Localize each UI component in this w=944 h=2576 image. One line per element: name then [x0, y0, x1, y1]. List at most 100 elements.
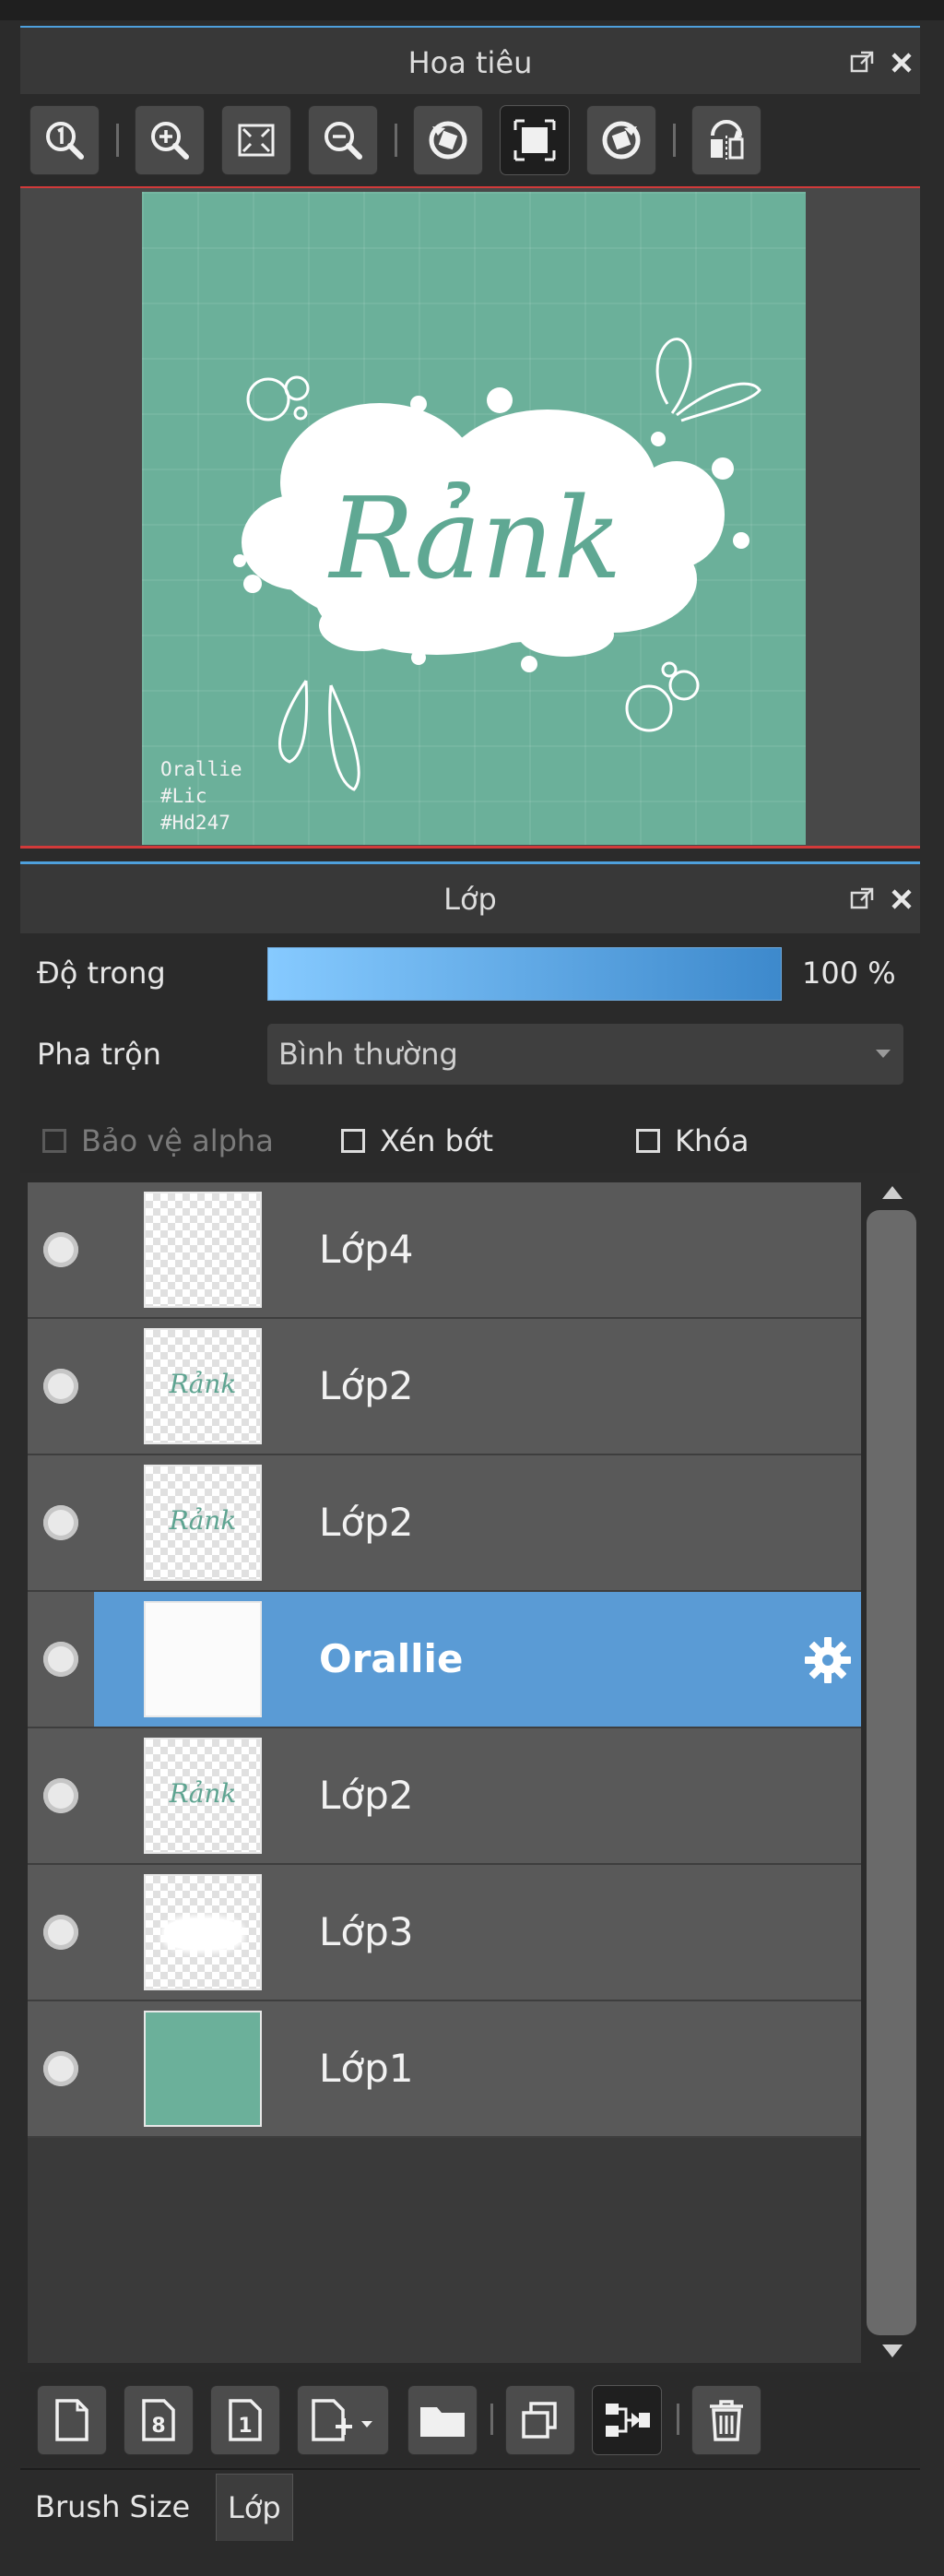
layer-row[interactable]: Lớp1 — [28, 2001, 861, 2138]
visibility-toggle-icon[interactable] — [43, 1778, 78, 1813]
checkbox-box — [636, 1129, 660, 1153]
blend-mode-value: Bình thường — [278, 1037, 458, 1072]
add-layer-menu-button[interactable] — [297, 2385, 389, 2455]
tab-label: Brush Size — [35, 2489, 191, 2524]
layer-row[interactable]: Lớp4 — [28, 1182, 861, 1319]
flip-horizontal-button[interactable] — [691, 105, 761, 175]
popout-icon[interactable] — [850, 887, 874, 911]
layer-thumbnail: Rảnk — [144, 1328, 262, 1444]
navigator-toolbar — [20, 94, 920, 186]
lock-checkbox[interactable]: Khóa — [636, 1123, 749, 1158]
bottom-tab-bar: Brush Size Lớp — [20, 2468, 920, 2576]
layer-thumbnail: Rảnk — [144, 1738, 262, 1854]
folder-icon — [420, 2407, 465, 2437]
zoom-in-icon — [151, 122, 189, 160]
protect-alpha-checkbox[interactable]: Bảo vệ alpha — [42, 1123, 274, 1158]
new-8bit-layer-icon: 8 — [142, 2399, 175, 2441]
lock-label: Khóa — [675, 1123, 749, 1158]
new-8bit-layer-button[interactable]: 8 — [124, 2385, 194, 2455]
clipping-label: Xén bớt — [380, 1123, 494, 1158]
rotate-left-button[interactable] — [413, 105, 483, 175]
layer-thumbnail — [144, 1192, 262, 1308]
zoom-actual-icon — [46, 122, 84, 160]
canvas-hashtags: Orallie #Lic #Hd247 — [160, 758, 242, 834]
reset-view-icon — [513, 119, 556, 161]
layer-name: Lớp2 — [319, 1500, 414, 1545]
fit-screen-button[interactable] — [221, 105, 291, 175]
zoom-out-icon — [324, 122, 362, 160]
fit-screen-icon — [238, 124, 275, 157]
scrollbar-thumb[interactable] — [867, 1210, 916, 2335]
opacity-value: 100 % — [802, 956, 896, 991]
layer-row[interactable]: Rảnk Lớp2 — [28, 1728, 861, 1865]
checkbox-box — [42, 1129, 66, 1153]
new-layer-button[interactable] — [37, 2385, 107, 2455]
opacity-label: Độ trong — [37, 956, 166, 991]
layer-panel-title: Lớp — [443, 882, 497, 917]
scroll-down-icon[interactable] — [882, 2345, 903, 2357]
close-icon[interactable] — [891, 52, 913, 74]
visibility-toggle-icon[interactable] — [43, 1915, 78, 1950]
add-layer-menu-icon — [312, 2399, 372, 2441]
new-1bit-layer-button[interactable]: 1 — [210, 2385, 280, 2455]
close-icon[interactable] — [891, 888, 913, 910]
layer-thumbnail: Rảnk — [144, 1465, 262, 1581]
layer-name: Lớp4 — [319, 1227, 414, 1272]
visibility-toggle-icon[interactable] — [43, 1232, 78, 1267]
gear-icon[interactable] — [802, 1634, 854, 1686]
tab-label: Lớp — [228, 2490, 281, 2525]
layer-name: Lớp3 — [319, 1909, 414, 1954]
layer-thumbnail — [144, 2011, 262, 2127]
reset-view-button[interactable] — [500, 105, 570, 175]
duplicate-layer-icon — [522, 2402, 557, 2439]
canvas-artwork: Rảnk — [233, 338, 761, 791]
layer-row[interactable]: Rảnk Lớp2 — [28, 1319, 861, 1455]
visibility-toggle-icon[interactable] — [43, 1369, 78, 1404]
layer-panel-header[interactable]: Lớp — [20, 864, 920, 934]
tab-layer[interactable]: Lớp — [216, 2474, 293, 2541]
visibility-toggle-icon[interactable] — [43, 1505, 78, 1540]
visibility-toggle-icon[interactable] — [43, 2051, 78, 2086]
chevron-down-icon — [876, 1050, 891, 1058]
zoom-actual-button[interactable] — [30, 105, 100, 175]
clipping-checkbox[interactable]: Xén bớt — [341, 1123, 493, 1158]
rotate-left-icon — [429, 121, 467, 160]
layer-thumbnail — [144, 1601, 262, 1717]
canvas-artwork-text: Rảnk — [327, 473, 621, 604]
top-strip — [0, 0, 944, 20]
layer-toolbar: 8 1 — [20, 2372, 920, 2466]
layer-name: Orallie — [319, 1636, 464, 1681]
layer-row[interactable]: Lớp3 — [28, 1865, 861, 2001]
delete-layer-button[interactable] — [691, 2385, 761, 2455]
rotate-right-icon — [602, 121, 641, 160]
zoom-in-button[interactable] — [135, 105, 205, 175]
layer-row[interactable]: Rảnk Lớp2 — [28, 1455, 861, 1592]
blend-mode-select[interactable]: Bình thường — [267, 1024, 903, 1085]
zoom-out-button[interactable] — [308, 105, 378, 175]
navigator-panel-header[interactable]: Hoa tiêu — [20, 28, 920, 98]
trash-icon — [710, 2400, 743, 2441]
tab-brush-size[interactable]: Brush Size — [24, 2474, 201, 2540]
layer-row-selected[interactable]: Orallie — [28, 1592, 861, 1728]
merge-layer-button[interactable] — [592, 2385, 662, 2455]
layer-thumbnail — [144, 1874, 262, 1990]
flip-horizontal-icon — [711, 120, 744, 160]
new-folder-button[interactable] — [407, 2385, 478, 2455]
merge-layer-icon — [606, 2404, 650, 2437]
canvas-thumbnail: Rảnk Orallie #Lic #Hd247 — [142, 192, 806, 845]
new-1bit-layer-icon: 1 — [229, 2399, 262, 2441]
layer-name: Lớp2 — [319, 1773, 414, 1818]
layer-name: Lớp2 — [319, 1363, 414, 1408]
visibility-toggle-icon[interactable] — [43, 1642, 78, 1677]
popout-icon[interactable] — [850, 51, 874, 75]
checkbox-box — [341, 1129, 365, 1153]
protect-alpha-label: Bảo vệ alpha — [81, 1123, 274, 1158]
opacity-slider[interactable] — [267, 947, 782, 1001]
preview-bottom-border — [20, 846, 920, 849]
svg-text:1: 1 — [238, 2415, 252, 2438]
duplicate-layer-button[interactable] — [505, 2385, 575, 2455]
svg-text:8: 8 — [151, 2415, 165, 2438]
scroll-up-icon[interactable] — [882, 1186, 903, 1199]
rotate-right-button[interactable] — [586, 105, 656, 175]
blend-label: Pha trộn — [37, 1037, 161, 1072]
